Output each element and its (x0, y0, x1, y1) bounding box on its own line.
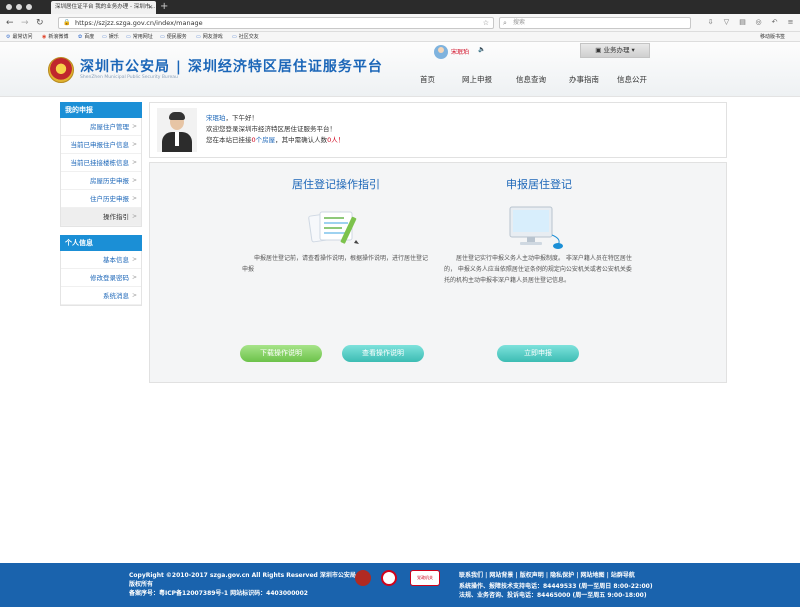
welcome-user-name[interactable]: 宋珉珀 (206, 114, 226, 122)
user-portrait (157, 108, 197, 152)
lock-icon: 🔒 (63, 19, 71, 26)
sidebar: 我的申报 房屋住户管理 当前已申报住户信息 当前已挂接楼栋信息 房屋历史申报 住… (60, 102, 142, 306)
baidu-icon: ✿ (78, 34, 83, 40)
pocket-icon[interactable]: ▽ (722, 18, 731, 27)
folder-icon: ▭ (160, 34, 165, 40)
footer-icp[interactable]: 备案序号：粤ICP备12007389号-1 网站标识码：4403000002 (129, 588, 308, 597)
reload-icon[interactable]: ↻ (36, 17, 44, 29)
sidebar-item-linked-buildings[interactable]: 当前已挂接楼栋信息 (61, 154, 141, 172)
bookmark-item[interactable]: ▭ 娱乐 (102, 32, 119, 42)
browser-tab-bar: 深圳居住证平台 我的业务办理 - 深圳市... ✕ + (0, 0, 800, 14)
government-badge-icon[interactable]: 党政机关 (410, 570, 440, 586)
window-minimize-dot[interactable] (16, 4, 22, 10)
sidebar-section-my-applications: 我的申报 (60, 102, 142, 118)
window-close-dot[interactable] (6, 4, 12, 10)
search-input[interactable]: ⌕ 搜索 (499, 17, 691, 29)
bookmark-item[interactable]: ▭ 便民服务 (160, 32, 187, 42)
guide-description: 申报居住登记前，请查看操作说明，根据操作说明，进行居住登记申报 (242, 255, 429, 273)
bookmark-item[interactable]: ▭ 网友游戏 (196, 32, 223, 42)
downloads-icon[interactable]: ⇩ (706, 18, 715, 27)
guide-panel: 居住登记操作指引 申报居住登记 申报居住登记前，请查看操作说明，根据操作说明，进… (149, 162, 727, 383)
nav-home[interactable]: 首页 (420, 74, 435, 85)
sync-icon[interactable]: ◎ (754, 18, 763, 27)
gear-icon: ⚙ (6, 34, 11, 40)
bookmark-item[interactable]: ⚙ 最常访问 (6, 32, 33, 42)
site-footer: CopyRight ©2010-2017 szga.gov.cn All Rig… (0, 563, 800, 607)
url-text: https://szjzz.szga.gov.cn/index/manage (75, 19, 203, 27)
footer-copyright: CopyRight ©2010-2017 szga.gov.cn All Rig… (129, 572, 356, 579)
window-zoom-dot[interactable] (26, 4, 32, 10)
apply-title: 申报居住登记 (506, 178, 572, 191)
weibo-icon: ◉ (42, 34, 47, 40)
bookmarks-bar: ⚙ 最常访问 ◉ 新浪微博 ✿ 百度 ▭ 娱乐 ▭ 常用网址 ▭ 便民服务 ▭ 网友游戏 ▭ 社… (0, 32, 800, 42)
footer-links[interactable]: 联系我们 | 网站背景 | 版权声明 | 隐私保护 | 网站地图 | 站群导航 (459, 570, 635, 579)
sidebar-item-house-history[interactable]: 房屋历史申报 (61, 172, 141, 190)
browser-tab[interactable]: 深圳居住证平台 我的业务办理 - 深圳市... ✕ (51, 1, 156, 14)
footer-rights: 版权所有 (129, 581, 154, 588)
download-guide-button[interactable]: 下载操作说明 (240, 345, 322, 362)
apply-now-button[interactable]: 立即申报 (497, 345, 579, 362)
house-link[interactable]: 个房屋 (256, 136, 276, 144)
guide-title: 居住登记操作指引 (292, 178, 380, 191)
search-placeholder: 搜索 (513, 19, 526, 26)
folder-icon: ▭ (232, 34, 237, 40)
nav-info-public[interactable]: 信息公开 (617, 74, 647, 85)
site-title[interactable]: 深圳市公安局 | 深圳经济特区居住证服务平台 (80, 56, 383, 76)
menu-icon[interactable]: ≡ (786, 18, 795, 27)
welcome-card: 宋珉珀，下午好！ 欢迎您登录深圳市经济特区居住证服务平台！ 您在本站已挂接0个房… (149, 102, 727, 158)
house-summary: 您在本站已挂接0个房屋，其中需确认人数0人！ (206, 136, 345, 144)
library-icon[interactable]: ▤ (738, 18, 747, 27)
tab-close-icon[interactable]: ✕ (148, 1, 153, 14)
briefcase-icon: ▣ (595, 46, 602, 54)
bookmark-item[interactable]: ✿ 百度 (78, 32, 94, 42)
nav-info-query[interactable]: 信息查询 (516, 74, 546, 85)
police-emblem-logo[interactable] (48, 57, 74, 83)
chevron-down-icon: ▾ (631, 46, 635, 54)
greeting-line: 宋珉珀，下午好！ (206, 114, 258, 122)
business-handling-button[interactable]: ▣ 业务办理 ▾ (580, 43, 650, 58)
sidebar-item-basic-info[interactable]: 基本信息 (61, 251, 141, 269)
user-avatar[interactable] (434, 45, 448, 59)
sidebar-item-resident-history[interactable]: 住户历史申报 (61, 190, 141, 208)
site-subtitle: ShenZhen Municipal Public Security Burea… (80, 75, 178, 80)
bookmark-item[interactable]: ▭ 社区交友 (232, 32, 259, 42)
folder-icon: ▭ (126, 34, 131, 40)
bookmark-star-icon[interactable]: ☆ (483, 18, 489, 28)
user-name[interactable]: 宋珉珀 (451, 47, 469, 56)
police-badge-icon[interactable] (355, 570, 371, 586)
folder-icon: ▭ (196, 34, 201, 40)
back-icon[interactable]: ← (6, 17, 14, 29)
folder-icon: ▭ (102, 34, 107, 40)
sidebar-item-system-messages[interactable]: 系统消息 (61, 287, 141, 305)
speaker-icon[interactable]: 🔈 (478, 46, 485, 53)
sidebar-item-operation-guide[interactable]: 操作指引 (61, 208, 141, 226)
welcome-message: 欢迎您登录深圳市经济特区居住证服务平台！ (206, 125, 336, 133)
security-seal-icon[interactable] (381, 570, 397, 586)
sidebar-item-current-residents[interactable]: 当前已申报住户信息 (61, 136, 141, 154)
nav-online-apply[interactable]: 网上申报 (462, 74, 492, 85)
footer-support-phone: 系统操作、报障技术支持电话：84449533 (周一至周日 8:00-22:00… (459, 583, 653, 590)
undo-icon[interactable]: ↶ (770, 18, 779, 27)
new-tab-icon[interactable]: + (160, 0, 168, 13)
tab-title: 深圳居住证平台 我的业务办理 - 深圳市... (55, 4, 156, 10)
documents-illustration (308, 211, 359, 244)
site-header: 深圳市公安局 | 深圳经济特区居住证服务平台 ShenZhen Municipa… (0, 42, 800, 97)
sidebar-section-personal-info: 个人信息 (60, 235, 142, 251)
mobile-bookmarks[interactable]: 移动版书签 (760, 32, 785, 42)
bookmark-item[interactable]: ◉ 新浪微博 (42, 32, 68, 42)
footer-consult-phone: 法规、业务咨询、投诉电话：84465000 (周一至周五 9:00-18:00) (459, 592, 647, 599)
address-bar[interactable]: 🔒 https://szjzz.szga.gov.cn/index/manage… (58, 17, 494, 29)
search-icon: ⌕ (503, 19, 507, 27)
apply-description: 居住登记实行申报义务人主动申报制度。 非深户籍人员在特区居住的， 申报义务人应当… (444, 255, 632, 284)
view-guide-button[interactable]: 查看操作说明 (342, 345, 424, 362)
sidebar-item-house-residents[interactable]: 房屋住户管理 (61, 118, 141, 136)
bookmark-item[interactable]: ▭ 常用网址 (126, 32, 153, 42)
forward-icon[interactable]: → (21, 17, 29, 29)
computer-illustration (509, 206, 563, 249)
sidebar-item-change-password[interactable]: 修改登录密码 (61, 269, 141, 287)
browser-toolbar: ← → ↻ 🔒 https://szjzz.szga.gov.cn/index/… (0, 14, 800, 32)
nav-service-guide[interactable]: 办事指南 (569, 74, 599, 85)
